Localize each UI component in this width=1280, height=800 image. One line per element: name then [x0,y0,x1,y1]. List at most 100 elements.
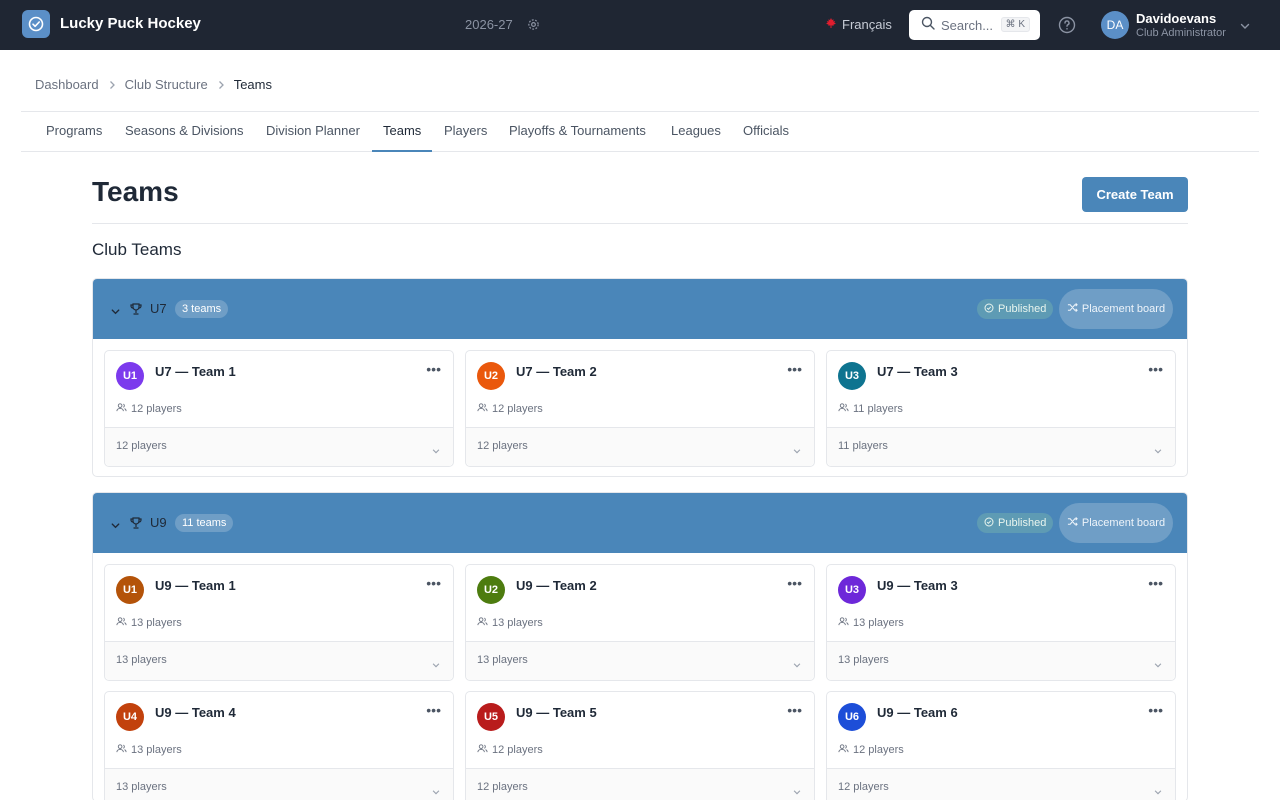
roster-toggle[interactable]: 12 players [105,427,453,466]
division-header[interactable]: U9 11 teams Published Placement board [93,493,1187,553]
gear-icon[interactable] [527,18,540,36]
team-name[interactable]: U9 — Team 4 [155,705,236,720]
roster-summary: 12 players [477,781,528,793]
roster-toggle[interactable]: 11 players [827,427,1175,466]
create-team-button[interactable]: Create Team [1082,177,1188,212]
more-options-icon[interactable]: ••• [1148,361,1163,377]
team-card[interactable]: U2 U7 — Team 2 ••• 12 players 12 players [465,350,815,467]
check-circle-icon [984,303,994,316]
tab-programs[interactable]: Programs [35,112,113,152]
team-card[interactable]: U1 U9 — Team 1 ••• 13 players 13 players [104,564,454,681]
chevron-down-icon[interactable] [1239,19,1251,37]
team-badge: U2 [477,362,505,390]
player-count-label: 13 players [492,617,543,629]
chevron-down-icon[interactable] [431,657,441,675]
team-name[interactable]: U7 — Team 1 [155,364,236,379]
more-options-icon[interactable]: ••• [787,575,802,591]
chevron-down-icon[interactable] [1153,657,1163,675]
season-label: 2026-27 [465,17,513,32]
more-options-icon[interactable]: ••• [426,361,441,377]
player-count: 12 players [477,743,543,757]
team-name[interactable]: U9 — Team 6 [877,705,958,720]
more-options-icon[interactable]: ••• [787,361,802,377]
tab-officials[interactable]: Officials [732,112,800,152]
users-icon [116,743,127,757]
search-box[interactable]: Search... ⌘ K [909,10,1040,40]
team-badge: U1 [116,362,144,390]
team-card[interactable]: U3 U7 — Team 3 ••• 11 players 11 players [826,350,1176,467]
breadcrumb-dashboard[interactable]: Dashboard [35,77,99,92]
team-name[interactable]: U7 — Team 2 [516,364,597,379]
chevron-down-icon[interactable] [792,657,802,675]
breadcrumb-club-structure[interactable]: Club Structure [125,77,208,92]
player-count-label: 12 players [853,744,904,756]
team-card[interactable]: U4 U9 — Team 4 ••• 13 players 13 players [104,691,454,800]
tab-teams[interactable]: Teams [372,112,433,152]
placement-board-button[interactable]: Placement board [1059,289,1173,329]
status-badge: Published [977,299,1054,319]
tab-playoffs-tournaments[interactable]: Playoffs & Tournaments [498,112,657,152]
tab-seasons-divisions[interactable]: Seasons & Divisions [114,112,255,152]
roster-toggle[interactable]: 13 players [466,641,814,680]
chevron-down-icon[interactable] [431,443,441,461]
placement-board-button[interactable]: Placement board [1059,503,1173,543]
team-name[interactable]: U9 — Team 3 [877,578,958,593]
status-badge: Published [977,513,1054,533]
language-switch[interactable]: Français [825,17,892,32]
team-card[interactable]: U1 U7 — Team 1 ••• 12 players 12 players [104,350,454,467]
chevron-down-icon[interactable] [110,518,121,536]
team-card[interactable]: U2 U9 — Team 2 ••• 13 players 13 players [465,564,815,681]
tab-players[interactable]: Players [433,112,498,152]
division-header[interactable]: U7 3 teams Published Placement board [93,279,1187,339]
search-input[interactable]: Search... [941,18,993,33]
more-options-icon[interactable]: ••• [426,575,441,591]
roster-toggle[interactable]: 13 players [827,641,1175,680]
player-count-label: 12 players [131,403,182,415]
team-name[interactable]: U9 — Team 5 [516,705,597,720]
status-label: Published [998,517,1047,529]
team-badge: U1 [116,576,144,604]
roster-toggle[interactable]: 12 players [466,427,814,466]
more-options-icon[interactable]: ••• [1148,702,1163,718]
roster-toggle[interactable]: 13 players [105,641,453,680]
team-badge: U4 [116,703,144,731]
roster-toggle[interactable]: 13 players [105,768,453,800]
page-title: Teams [92,176,179,207]
team-name[interactable]: U9 — Team 1 [155,578,236,593]
avatar[interactable]: DA [1101,11,1129,39]
status-label: Published [998,303,1047,315]
more-options-icon[interactable]: ••• [426,702,441,718]
tab-leagues[interactable]: Leagues [660,112,732,152]
users-icon [477,402,488,416]
app-title[interactable]: Lucky Puck Hockey [60,15,201,32]
team-name[interactable]: U7 — Team 3 [877,364,958,379]
team-card[interactable]: U6 U9 — Team 6 ••• 12 players 12 players [826,691,1176,800]
team-card[interactable]: U5 U9 — Team 5 ••• 12 players 12 players [465,691,815,800]
player-count: 11 players [838,402,903,416]
roster-toggle[interactable]: 12 players [827,768,1175,800]
help-icon[interactable] [1058,16,1076,39]
player-count-label: 12 players [492,744,543,756]
shuffle-icon [1067,516,1078,530]
roster-summary: 12 players [116,440,167,452]
app-logo-icon[interactable] [22,10,50,38]
team-name[interactable]: U9 — Team 2 [516,578,597,593]
more-options-icon[interactable]: ••• [787,702,802,718]
tab-division-planner[interactable]: Division Planner [255,112,371,152]
team-badge: U5 [477,703,505,731]
roster-summary: 13 players [116,781,167,793]
chevron-down-icon[interactable] [1153,784,1163,800]
roster-summary: 12 players [477,440,528,452]
chevron-down-icon[interactable] [792,784,802,800]
team-count-badge: 3 teams [175,300,229,318]
chevron-down-icon[interactable] [792,443,802,461]
more-options-icon[interactable]: ••• [1148,575,1163,591]
chevron-down-icon[interactable] [1153,443,1163,461]
chevron-down-icon[interactable] [110,304,121,322]
player-count: 13 players [116,616,182,630]
chevron-down-icon[interactable] [431,784,441,800]
roster-toggle[interactable]: 12 players [466,768,814,800]
user-name[interactable]: Davidoevans [1136,11,1216,26]
team-card[interactable]: U3 U9 — Team 3 ••• 13 players 13 players [826,564,1176,681]
player-count-label: 13 players [131,617,182,629]
